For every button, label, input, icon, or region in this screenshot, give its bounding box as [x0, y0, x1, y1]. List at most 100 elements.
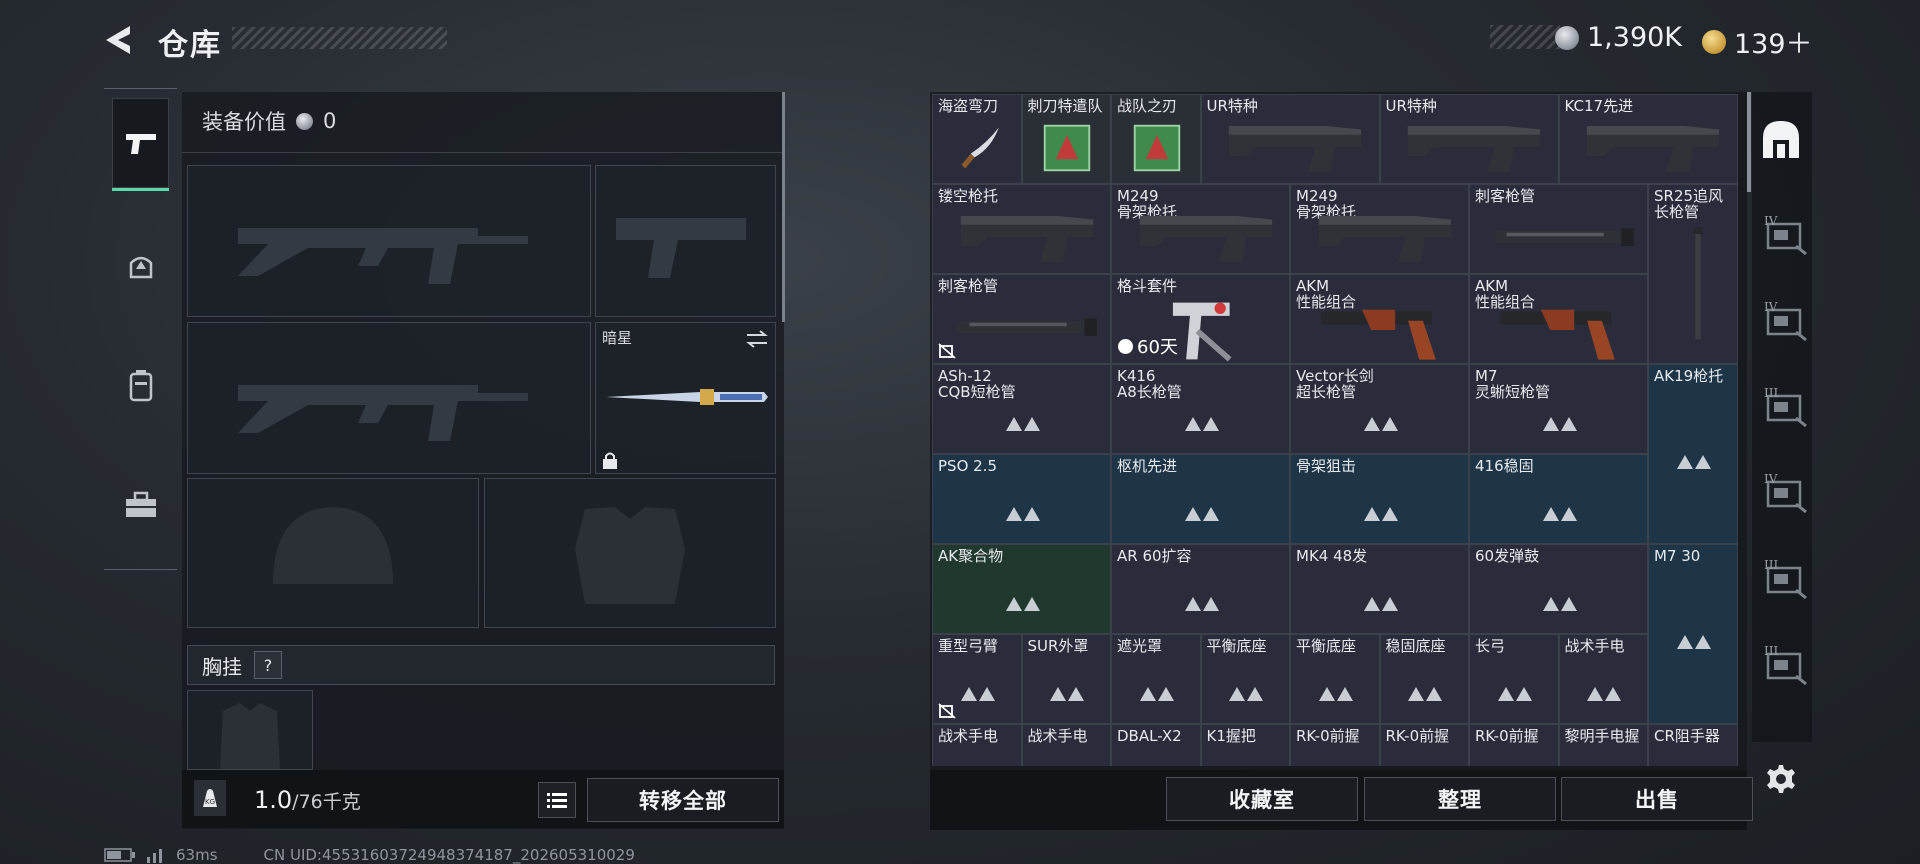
quality-triangles-icon: [1363, 415, 1399, 437]
inventory-item[interactable]: 60发弹鼓: [1469, 544, 1648, 634]
storage-tab-level: III: [1764, 558, 1779, 572]
inventory-item[interactable]: 海盗弯刀: [932, 94, 1022, 184]
equipment-value-amount: 0: [323, 109, 337, 133]
inventory-item[interactable]: K1握把: [1200, 724, 1290, 766]
item-name: 战术手电: [938, 727, 999, 745]
tab-supplies[interactable]: [112, 460, 169, 550]
quality-triangles-icon: [1542, 415, 1578, 437]
swap-icon[interactable]: [745, 329, 769, 349]
item-name: 战术手电: [1027, 727, 1088, 745]
pistol-icon: [125, 134, 156, 154]
signal-icon: [147, 849, 162, 863]
silver-coin-icon: [296, 112, 313, 130]
storage-tab-5[interactable]: III: [1762, 556, 1808, 602]
helmet-icon: [129, 256, 152, 279]
inventory-item[interactable]: M249 骨架枪托: [1290, 184, 1469, 274]
inventory-item[interactable]: 重型弓臂: [932, 634, 1022, 724]
inventory-item[interactable]: 战术手电: [1558, 634, 1648, 724]
storage-tab-1[interactable]: IV: [1762, 212, 1808, 258]
item-name: 镂空枪托: [938, 187, 999, 205]
melee-slot[interactable]: 暗星: [595, 322, 776, 474]
inventory-item[interactable]: UR特种: [1200, 94, 1380, 184]
inventory-item[interactable]: 战队之刃: [1111, 94, 1201, 184]
tab-backpack[interactable]: [112, 340, 169, 430]
quality-triangles-icon: [1184, 415, 1220, 437]
inventory-item[interactable]: CR阻手器: [1648, 724, 1738, 766]
inventory-item[interactable]: 战术手电: [932, 724, 1022, 766]
silver-coin-icon: [1555, 25, 1579, 50]
inventory-item[interactable]: 刺客枪管: [1469, 184, 1648, 274]
inventory-item[interactable]: 格斗套件 60天: [1111, 274, 1290, 364]
inventory-item[interactable]: RK-0前握: [1290, 724, 1380, 766]
inventory-item[interactable]: AK聚合物: [932, 544, 1111, 634]
inventory-item[interactable]: 稳固底座: [1379, 634, 1469, 724]
inventory-item[interactable]: AK19枪托: [1648, 364, 1738, 544]
inventory-item[interactable]: K416 A8长枪管: [1111, 364, 1290, 454]
item-name: 416稳固: [1475, 457, 1534, 475]
inventory-item[interactable]: UR特种: [1379, 94, 1559, 184]
inventory-item[interactable]: 骨架狙击: [1290, 454, 1469, 544]
inventory-item[interactable]: SUR外罩: [1021, 634, 1111, 724]
helmet-slot[interactable]: [187, 478, 479, 628]
item-name: Vector长剑 超长枪管: [1296, 367, 1374, 401]
inventory-item[interactable]: 刺客枪管: [932, 274, 1111, 364]
sort-button[interactable]: 整理: [1364, 777, 1556, 821]
inventory-item[interactable]: 416稳固: [1469, 454, 1648, 544]
item-name: DBAL-X2: [1117, 727, 1182, 745]
storage-tab-6[interactable]: III: [1762, 642, 1808, 688]
backpack-icon: [129, 370, 152, 402]
inventory-item[interactable]: 镂空枪托: [932, 184, 1111, 274]
inventory-item[interactable]: DBAL-X2: [1111, 724, 1201, 766]
help-button[interactable]: ?: [254, 651, 282, 679]
storage-tab-4[interactable]: IV: [1762, 470, 1808, 516]
inventory-item[interactable]: RK-0前握: [1469, 724, 1559, 766]
inventory-item[interactable]: AR 60扩容: [1111, 544, 1290, 634]
inventory-item[interactable]: AKM 性能组合: [1290, 274, 1469, 364]
back-arrow-icon[interactable]: [100, 22, 140, 58]
item-name: ASh-12 CQB短枪管: [938, 367, 1016, 401]
pistol-slot[interactable]: [595, 165, 776, 317]
item-name: K416 A8长枪管: [1117, 367, 1182, 401]
gold-currency[interactable]: 139＋: [1702, 22, 1813, 61]
loadout-scrollbar[interactable]: [782, 92, 785, 322]
transfer-all-button[interactable]: 转移全部: [587, 778, 779, 822]
inventory-item[interactable]: AKM 性能组合: [1469, 274, 1648, 364]
inventory-item[interactable]: 平衡底座: [1290, 634, 1380, 724]
inventory-item[interactable]: M7 30: [1648, 544, 1738, 724]
inventory-item[interactable]: 遮光罩: [1111, 634, 1201, 724]
collection-room-button[interactable]: 收藏室: [1166, 777, 1358, 821]
inventory-item[interactable]: M249 骨架枪托: [1111, 184, 1290, 274]
inventory-item[interactable]: 黎明手电握: [1558, 724, 1648, 766]
list-view-button[interactable]: [538, 782, 576, 818]
inventory-item[interactable]: ASh-12 CQB短枪管: [932, 364, 1111, 454]
user-uid: CN UID:45531603724948374187_202605310029: [263, 846, 635, 864]
divider: [182, 152, 784, 153]
storage-all-tab[interactable]: [1760, 118, 1802, 162]
tab-weapons[interactable]: [112, 98, 169, 191]
inventory-item[interactable]: KC17先进: [1558, 94, 1738, 184]
primary-weapon-slot[interactable]: [187, 165, 591, 317]
tab-helmet[interactable]: [112, 223, 169, 313]
inventory-item[interactable]: 平衡底座: [1200, 634, 1290, 724]
storage-tab-3[interactable]: III: [1762, 384, 1808, 430]
settings-button[interactable]: [1766, 764, 1796, 794]
inventory-item[interactable]: MK4 48发: [1290, 544, 1469, 634]
storage-tab-2[interactable]: IV: [1762, 298, 1808, 344]
item-timer: 60天: [1118, 333, 1178, 359]
inventory-item[interactable]: PSO 2.5: [932, 454, 1111, 544]
inventory-item[interactable]: M7 灵蜥短枪管: [1469, 364, 1648, 454]
inventory-item[interactable]: 战术手电: [1021, 724, 1111, 766]
secondary-weapon-slot[interactable]: [187, 322, 591, 474]
sell-button[interactable]: 出售: [1561, 777, 1753, 821]
inventory-item[interactable]: RK-0前握: [1379, 724, 1469, 766]
inventory-item[interactable]: SR25追风 长枪管: [1648, 184, 1738, 364]
item-name: AK19枪托: [1654, 367, 1724, 385]
inventory-scrollbar[interactable]: [1747, 92, 1751, 192]
inventory-item[interactable]: 长弓: [1469, 634, 1559, 724]
inventory-item[interactable]: 刺刀特遣队: [1021, 94, 1111, 184]
inventory-item[interactable]: Vector长剑 超长枪管: [1290, 364, 1469, 454]
armor-slot[interactable]: [484, 478, 776, 628]
vest-slot[interactable]: [187, 690, 313, 770]
inventory-item[interactable]: 枢机先进: [1111, 454, 1290, 544]
silver-currency[interactable]: 1,390K: [1555, 22, 1682, 53]
